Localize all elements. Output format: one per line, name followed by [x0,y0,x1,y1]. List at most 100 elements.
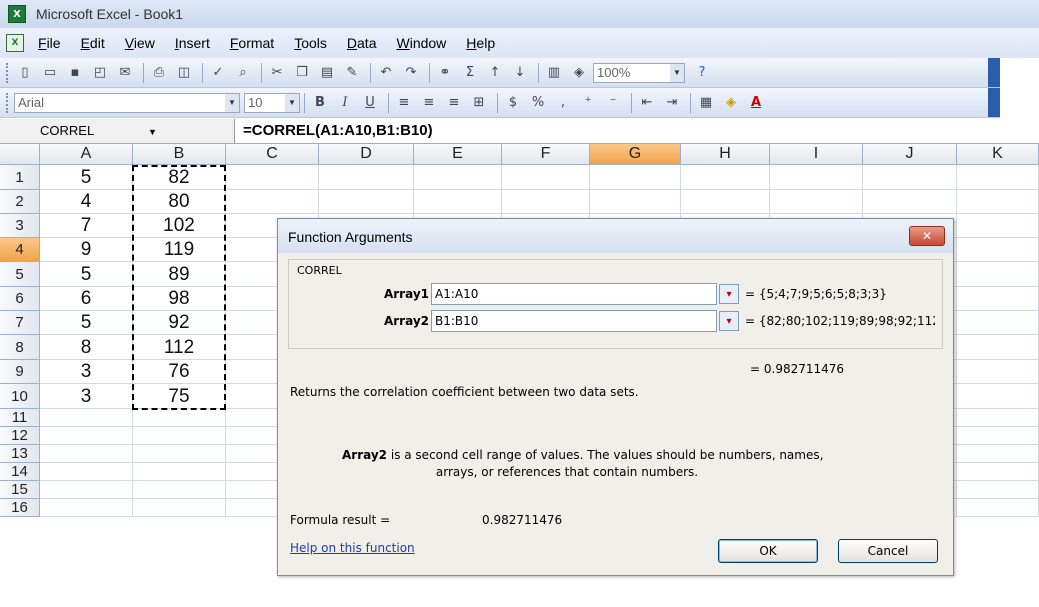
cell-k4[interactable] [957,238,1039,262]
column-header-d[interactable]: D [319,144,414,165]
hyperlink-icon[interactable]: ⚭ [434,62,456,84]
toolbar-options-icon[interactable] [988,88,1000,117]
cell-b14[interactable] [133,463,226,481]
cancel-button[interactable]: Cancel [838,539,938,563]
collapse-dialog-icon[interactable]: ▾ [719,284,739,304]
cell-a14[interactable] [40,463,133,481]
row-header-1[interactable]: 1 [0,165,40,190]
row-header-15[interactable]: 15 [0,481,40,499]
select-all-corner[interactable] [0,144,40,165]
align-right-icon[interactable]: ≡ [443,92,465,114]
cell-c1[interactable] [226,165,319,190]
chevron-down-icon[interactable]: ▼ [285,93,299,112]
array2-input[interactable]: B1:B10 [431,310,717,332]
cell-a1[interactable]: 5 [40,165,133,190]
cell-b3[interactable]: 102 [133,214,226,238]
cell-k2[interactable] [957,190,1039,214]
undo-icon[interactable]: ↶ [375,62,397,84]
comma-button[interactable]: , [552,92,574,114]
menu-window[interactable]: Window [396,35,446,51]
chevron-down-icon[interactable]: ▼ [148,127,157,137]
decrease-decimal-icon[interactable]: ⁻ [602,92,624,114]
row-header-16[interactable]: 16 [0,499,40,517]
increase-decimal-icon[interactable]: ⁺ [577,92,599,114]
cell-b6[interactable]: 98 [133,287,226,311]
save-icon[interactable]: ▪ [64,62,86,84]
font-name-select[interactable]: Arial ▼ [14,92,240,113]
column-header-k[interactable]: K [957,144,1039,165]
font-color-icon[interactable]: A [745,92,767,114]
cell-i1[interactable] [770,165,863,190]
toolbar-grip[interactable] [6,92,10,113]
cell-b7[interactable]: 92 [133,311,226,335]
cell-g2[interactable] [590,190,681,214]
cell-j1[interactable] [863,165,957,190]
italic-button[interactable]: I [334,92,356,114]
cell-b1[interactable]: 82 [133,165,226,190]
cell-a2[interactable]: 4 [40,190,133,214]
cell-b5[interactable]: 89 [133,262,226,287]
autosum-icon[interactable]: Σ [459,62,481,84]
cell-k6[interactable] [957,287,1039,311]
chevron-down-icon[interactable]: ▼ [670,63,684,82]
cell-h1[interactable] [681,165,770,190]
chevron-down-icon[interactable]: ▼ [225,93,239,112]
cell-g1[interactable] [590,165,681,190]
excel-app-icon[interactable]: X [8,5,26,23]
zoom-select[interactable]: 100% ▼ [593,62,685,83]
currency-button[interactable]: $ [502,92,524,114]
fill-color-icon[interactable]: ◈ [720,92,742,114]
collapse-dialog-icon[interactable]: ▾ [719,311,739,331]
cell-b8[interactable]: 112 [133,335,226,360]
cell-k8[interactable] [957,335,1039,360]
column-header-c[interactable]: C [226,144,319,165]
chart-wizard-icon[interactable]: ▥ [543,62,565,84]
cell-k14[interactable] [957,463,1039,481]
drawing-icon[interactable]: ◈ [568,62,590,84]
cell-e1[interactable] [414,165,502,190]
cell-k10[interactable] [957,384,1039,409]
cell-a7[interactable]: 5 [40,311,133,335]
array1-input[interactable]: A1:A10 [431,283,717,305]
align-left-icon[interactable]: ≡ [393,92,415,114]
permission-icon[interactable]: ◰ [89,62,111,84]
cell-k15[interactable] [957,481,1039,499]
cell-b16[interactable] [133,499,226,517]
row-header-13[interactable]: 13 [0,445,40,463]
menu-tools[interactable]: Tools [294,35,327,51]
row-header-3[interactable]: 3 [0,214,40,238]
cut-icon[interactable]: ✂ [266,62,288,84]
spelling-icon[interactable]: ✓ [207,62,229,84]
cell-b4[interactable]: 119 [133,238,226,262]
new-icon[interactable]: ▯ [14,62,36,84]
cell-d2[interactable] [319,190,414,214]
name-box[interactable]: CORREL ▼ [0,118,235,143]
cell-a9[interactable]: 3 [40,360,133,384]
column-header-h[interactable]: H [681,144,770,165]
row-header-5[interactable]: 5 [0,262,40,287]
cell-e2[interactable] [414,190,502,214]
cell-k3[interactable] [957,214,1039,238]
column-header-g[interactable]: G [590,144,681,165]
menu-view[interactable]: View [125,35,155,51]
underline-button[interactable]: U [359,92,381,114]
cell-b10[interactable]: 75 [133,384,226,409]
cell-b11[interactable] [133,409,226,427]
row-header-8[interactable]: 8 [0,335,40,360]
cell-a15[interactable] [40,481,133,499]
close-icon[interactable]: ✕ [909,226,945,246]
borders-icon[interactable]: ▦ [695,92,717,114]
cell-k13[interactable] [957,445,1039,463]
cell-b12[interactable] [133,427,226,445]
menu-file[interactable]: File [38,35,61,51]
dialog-title-bar[interactable]: Function Arguments ✕ [278,219,953,253]
cell-f1[interactable] [502,165,590,190]
cell-f2[interactable] [502,190,590,214]
email-icon[interactable]: ✉ [114,62,136,84]
row-header-14[interactable]: 14 [0,463,40,481]
open-icon[interactable]: ▭ [39,62,61,84]
cell-a5[interactable]: 5 [40,262,133,287]
menu-format[interactable]: Format [230,35,274,51]
workbook-icon[interactable]: X [6,34,24,52]
cell-c2[interactable] [226,190,319,214]
